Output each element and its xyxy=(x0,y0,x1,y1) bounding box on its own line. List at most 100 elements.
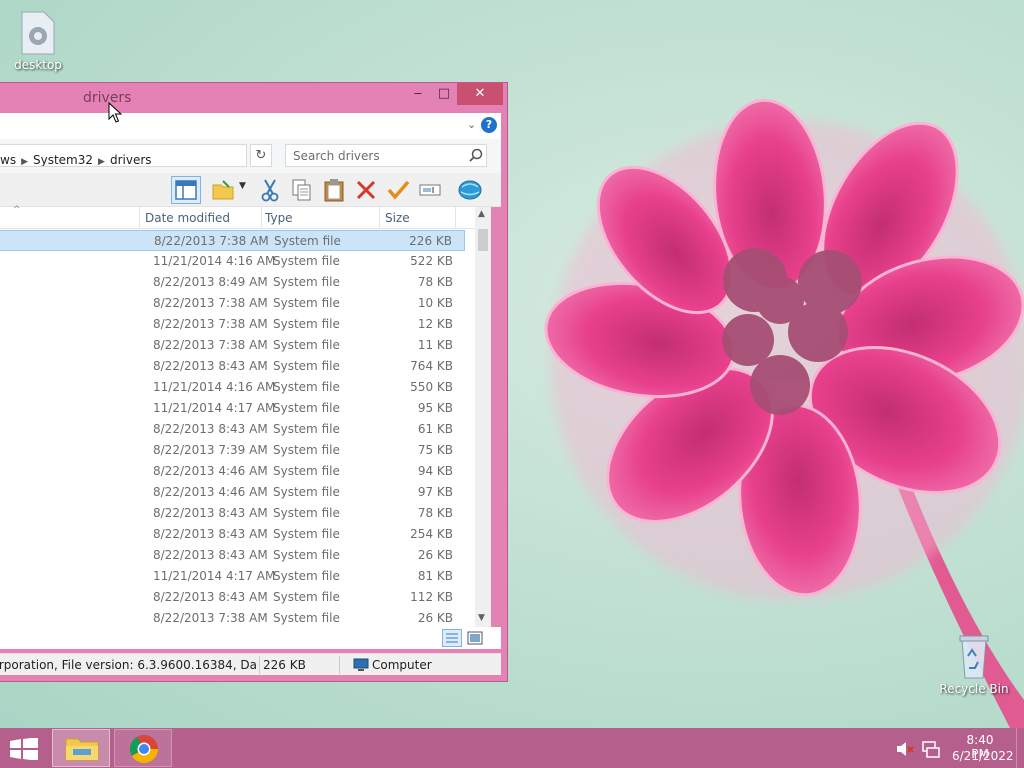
row-type: System file xyxy=(273,611,340,625)
scroll-down-icon[interactable]: ▼ xyxy=(478,613,485,623)
status-divider xyxy=(259,656,260,674)
table-row[interactable]: 11/21/2014 4:17 AM System file 95 KB xyxy=(0,398,465,419)
table-row[interactable]: 8/22/2013 7:38 AM System file 226 KB xyxy=(0,230,465,251)
title-bar[interactable]: drivers ‒ □ ✕ xyxy=(0,83,507,113)
row-date-modified: 8/22/2013 8:43 AM xyxy=(153,506,268,520)
row-date-modified: 11/21/2014 4:17 AM xyxy=(153,401,276,415)
select-button[interactable] xyxy=(385,177,411,203)
cut-button[interactable] xyxy=(257,177,283,203)
row-size: 95 KB xyxy=(417,401,453,415)
recycle-bin-icon xyxy=(959,635,989,679)
status-location: Computer xyxy=(372,658,432,672)
table-row[interactable]: 11/21/2014 4:17 AM System file 81 KB xyxy=(0,566,465,587)
row-date-modified: 8/22/2013 7:38 AM xyxy=(154,234,269,248)
refresh-button[interactable]: ↻ xyxy=(250,144,272,167)
vertical-scrollbar[interactable]: ▲ ▼ xyxy=(475,207,491,627)
column-divider[interactable] xyxy=(139,207,140,229)
windows-start-icon[interactable] xyxy=(10,738,38,760)
chevron-right-icon[interactable]: ▶ xyxy=(98,157,105,166)
copy-icon xyxy=(292,179,311,201)
breadcrumb-item[interactable]: ws xyxy=(0,153,16,166)
status-bar: rosoft Corporation, File version: 6.3.96… xyxy=(0,653,501,675)
chevron-down-icon[interactable]: ▼ xyxy=(239,181,251,207)
table-row[interactable]: 8/22/2013 8:43 AM System file 26 KB xyxy=(0,545,465,566)
table-row[interactable]: 8/22/2013 8:49 AM System file 78 KB xyxy=(0,272,465,293)
chevron-down-icon[interactable]: ⌄ xyxy=(467,118,476,131)
table-row[interactable]: 8/22/2013 7:38 AM System file 10 KB xyxy=(0,293,465,314)
details-view-button[interactable] xyxy=(442,629,462,647)
table-row[interactable]: 8/22/2013 4:46 AM System file 94 KB xyxy=(0,461,465,482)
close-button[interactable]: ✕ xyxy=(457,83,503,105)
row-date-modified: 8/22/2013 4:46 AM xyxy=(153,485,268,499)
scroll-up-icon[interactable]: ▲ xyxy=(478,209,485,219)
row-date-modified: 8/22/2013 8:43 AM xyxy=(153,422,268,436)
table-row[interactable]: 8/22/2013 7:38 AM System file 11 KB xyxy=(0,335,465,356)
status-divider xyxy=(339,656,340,674)
search-icon[interactable] xyxy=(469,148,483,162)
delete-button[interactable] xyxy=(353,177,379,203)
table-row[interactable]: 8/22/2013 8:43 AM System file 254 KB xyxy=(0,524,465,545)
table-row[interactable]: 8/22/2013 8:43 AM System file 112 KB xyxy=(0,587,465,608)
properties-folder-icon xyxy=(212,180,234,200)
network-button[interactable] xyxy=(457,177,483,203)
column-divider[interactable] xyxy=(261,207,262,229)
column-date-modified[interactable]: Date modified xyxy=(145,211,230,225)
delete-icon xyxy=(356,180,376,200)
recycle-bin-shortcut[interactable]: Recycle Bin xyxy=(938,632,1010,696)
properties-button[interactable] xyxy=(211,177,237,203)
layout-pane-button[interactable] xyxy=(171,176,201,204)
cut-icon xyxy=(261,179,279,202)
rename-button[interactable] xyxy=(417,177,443,203)
row-type: System file xyxy=(273,422,340,436)
table-row[interactable]: 11/21/2014 4:16 AM System file 550 KB xyxy=(0,377,465,398)
sort-arrow-icon[interactable]: ^ xyxy=(13,205,21,215)
breadcrumb-item[interactable]: drivers xyxy=(110,153,152,166)
file-explorer-icon xyxy=(65,738,99,761)
scroll-thumb[interactable] xyxy=(478,229,488,251)
column-divider[interactable] xyxy=(455,207,456,229)
chevron-right-icon[interactable]: ▶ xyxy=(21,157,28,166)
column-type[interactable]: Type xyxy=(265,211,293,225)
file-list[interactable]: ^ Date modified Type Size 8/22/2013 7:38… xyxy=(0,205,475,629)
recycle-bin-label: Recycle Bin xyxy=(939,682,1009,696)
table-row[interactable]: 8/22/2013 4:46 AM System file 97 KB xyxy=(0,482,465,503)
row-size: 550 KB xyxy=(410,380,453,394)
taskbar-file-explorer[interactable] xyxy=(52,729,110,767)
table-row[interactable]: 8/22/2013 7:38 AM System file 12 KB xyxy=(0,314,465,335)
table-row[interactable]: 8/22/2013 8:43 AM System file 78 KB xyxy=(0,503,465,524)
volume-muted-icon[interactable] xyxy=(896,741,914,757)
row-type: System file xyxy=(273,527,340,541)
layout-pane-icon xyxy=(175,180,197,200)
row-date-modified: 8/22/2013 8:43 AM xyxy=(153,548,268,562)
search-input[interactable] xyxy=(285,144,487,167)
table-row[interactable]: 8/22/2013 7:39 AM System file 75 KB xyxy=(0,440,465,461)
taskbar: 8:40 PM 6/21/2022 xyxy=(0,728,1024,768)
taskbar-chrome[interactable] xyxy=(114,729,172,767)
row-date-modified: 8/22/2013 7:38 AM xyxy=(153,611,268,625)
explorer-window[interactable]: drivers ‒ □ ✕ ⌄ ? ws▶System32▶drivers ▼ … xyxy=(0,82,508,682)
large-icons-view-icon[interactable] xyxy=(466,630,484,646)
address-bar[interactable]: ws▶System32▶drivers ▼ xyxy=(0,144,247,167)
breadcrumb-item[interactable]: System32 xyxy=(33,153,93,166)
desktop-shortcut[interactable]: desktop xyxy=(2,10,74,72)
table-row[interactable]: 8/22/2013 8:43 AM System file 61 KB xyxy=(0,419,465,440)
clock-date[interactable]: 6/21/2022 xyxy=(952,749,1014,763)
table-row[interactable]: 11/21/2014 4:16 AM System file 522 KB xyxy=(0,251,465,272)
computer-icon xyxy=(353,658,369,671)
help-icon[interactable]: ? xyxy=(481,117,497,133)
column-size[interactable]: Size xyxy=(385,211,410,225)
row-type: System file xyxy=(273,464,340,478)
paste-button[interactable] xyxy=(321,177,347,203)
row-type: System file xyxy=(273,401,340,415)
table-row[interactable]: 8/22/2013 8:43 AM System file 764 KB xyxy=(0,356,465,377)
row-date-modified: 8/22/2013 8:43 AM xyxy=(153,590,268,604)
row-size: 26 KB xyxy=(417,611,453,625)
show-desktop-button[interactable] xyxy=(1016,728,1024,768)
copy-button[interactable] xyxy=(289,177,315,203)
column-divider[interactable] xyxy=(379,207,380,229)
table-row[interactable]: 8/22/2013 7:38 AM System file 26 KB xyxy=(0,608,465,629)
maximize-button[interactable]: □ xyxy=(429,83,459,105)
row-size: 81 KB xyxy=(417,569,453,583)
network-icon[interactable] xyxy=(922,740,940,758)
row-type: System file xyxy=(273,338,340,352)
